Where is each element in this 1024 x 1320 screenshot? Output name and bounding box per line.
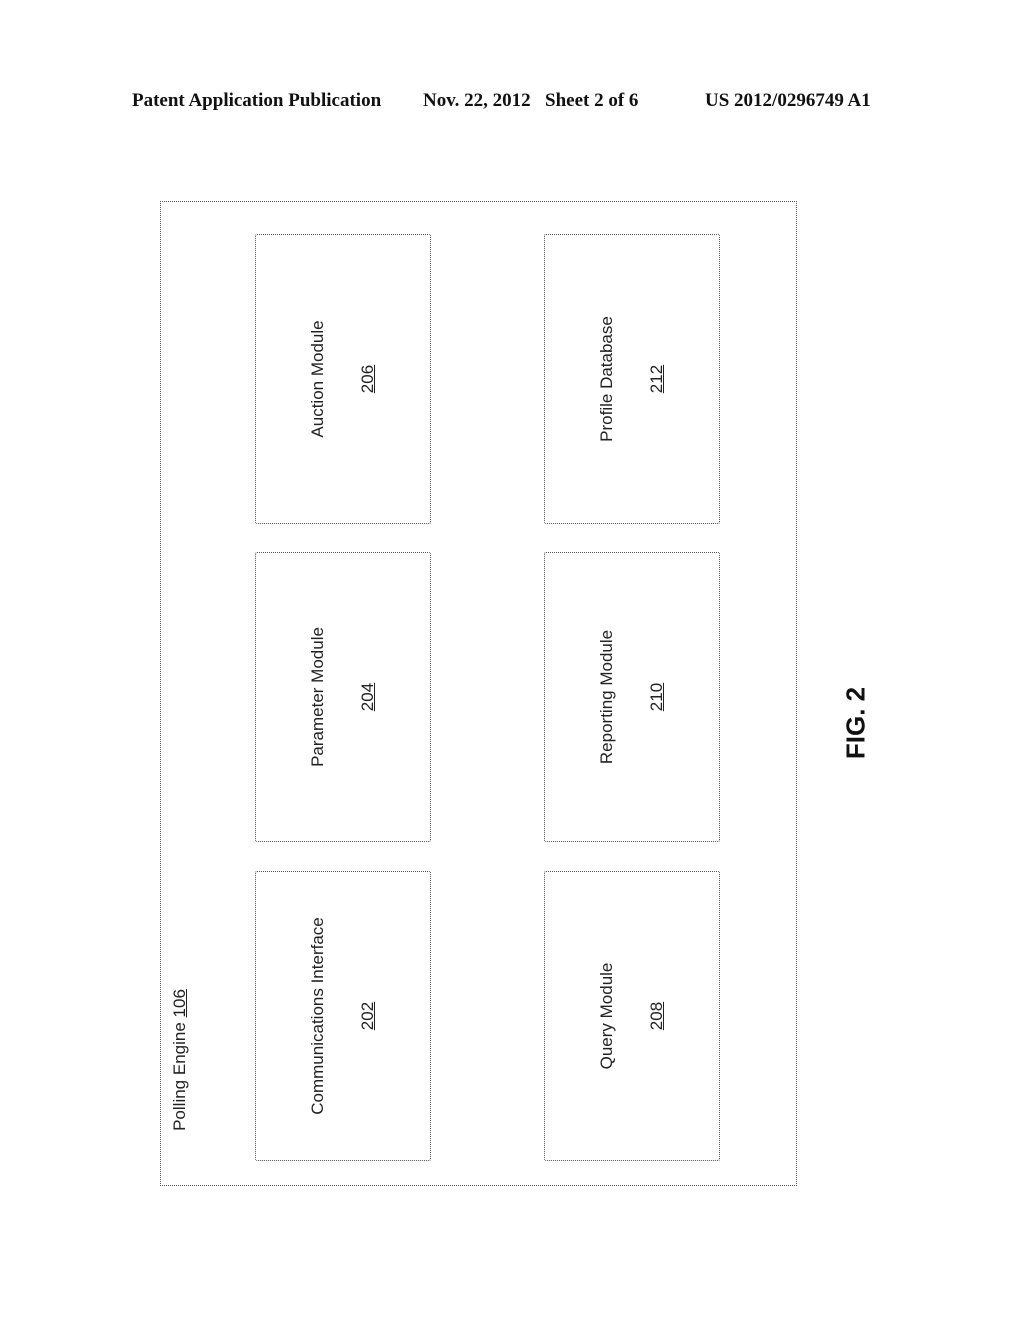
module-ref: 208 bbox=[647, 1001, 666, 1031]
module-box-communications-interface: Communications Interface 202 bbox=[255, 871, 431, 1161]
module-name: Auction Module bbox=[308, 320, 327, 438]
module-name: Parameter Module bbox=[308, 627, 327, 767]
module-ref: 212 bbox=[647, 364, 666, 394]
module-ref: 202 bbox=[358, 1001, 377, 1031]
module-box-query-module: Query Module 208 bbox=[544, 871, 720, 1161]
container-ref: 106 bbox=[170, 989, 189, 1018]
page-header: Patent Application Publication Nov. 22, … bbox=[0, 90, 1024, 114]
module-box-auction-module: Auction Module 206 bbox=[255, 234, 431, 524]
module-name: Query Module bbox=[597, 962, 616, 1070]
module-name: Profile Database bbox=[597, 316, 616, 442]
module-box-parameter-module: Parameter Module 204 bbox=[255, 552, 431, 842]
publication-date: Nov. 22, 2012 bbox=[423, 90, 531, 111]
module-name: Communications Interface bbox=[308, 917, 327, 1115]
module-ref: 204 bbox=[358, 682, 377, 712]
publication-number: US 2012/0296749 A1 bbox=[705, 90, 871, 111]
sheet-number: Sheet 2 of 6 bbox=[545, 90, 639, 111]
figure-label: FIG. 2 bbox=[836, 678, 876, 768]
container-label: Polling Engine bbox=[170, 1022, 189, 1131]
module-box-reporting-module: Reporting Module 210 bbox=[544, 552, 720, 842]
polling-engine-label: Polling Engine 106 bbox=[168, 980, 192, 1140]
module-ref: 206 bbox=[358, 364, 377, 394]
figure-label-text: FIG. 2 bbox=[840, 686, 871, 760]
module-ref: 210 bbox=[647, 682, 666, 712]
module-name: Reporting Module bbox=[597, 629, 616, 765]
publication-title: Patent Application Publication bbox=[132, 90, 382, 111]
module-box-profile-database: Profile Database 212 bbox=[544, 234, 720, 524]
